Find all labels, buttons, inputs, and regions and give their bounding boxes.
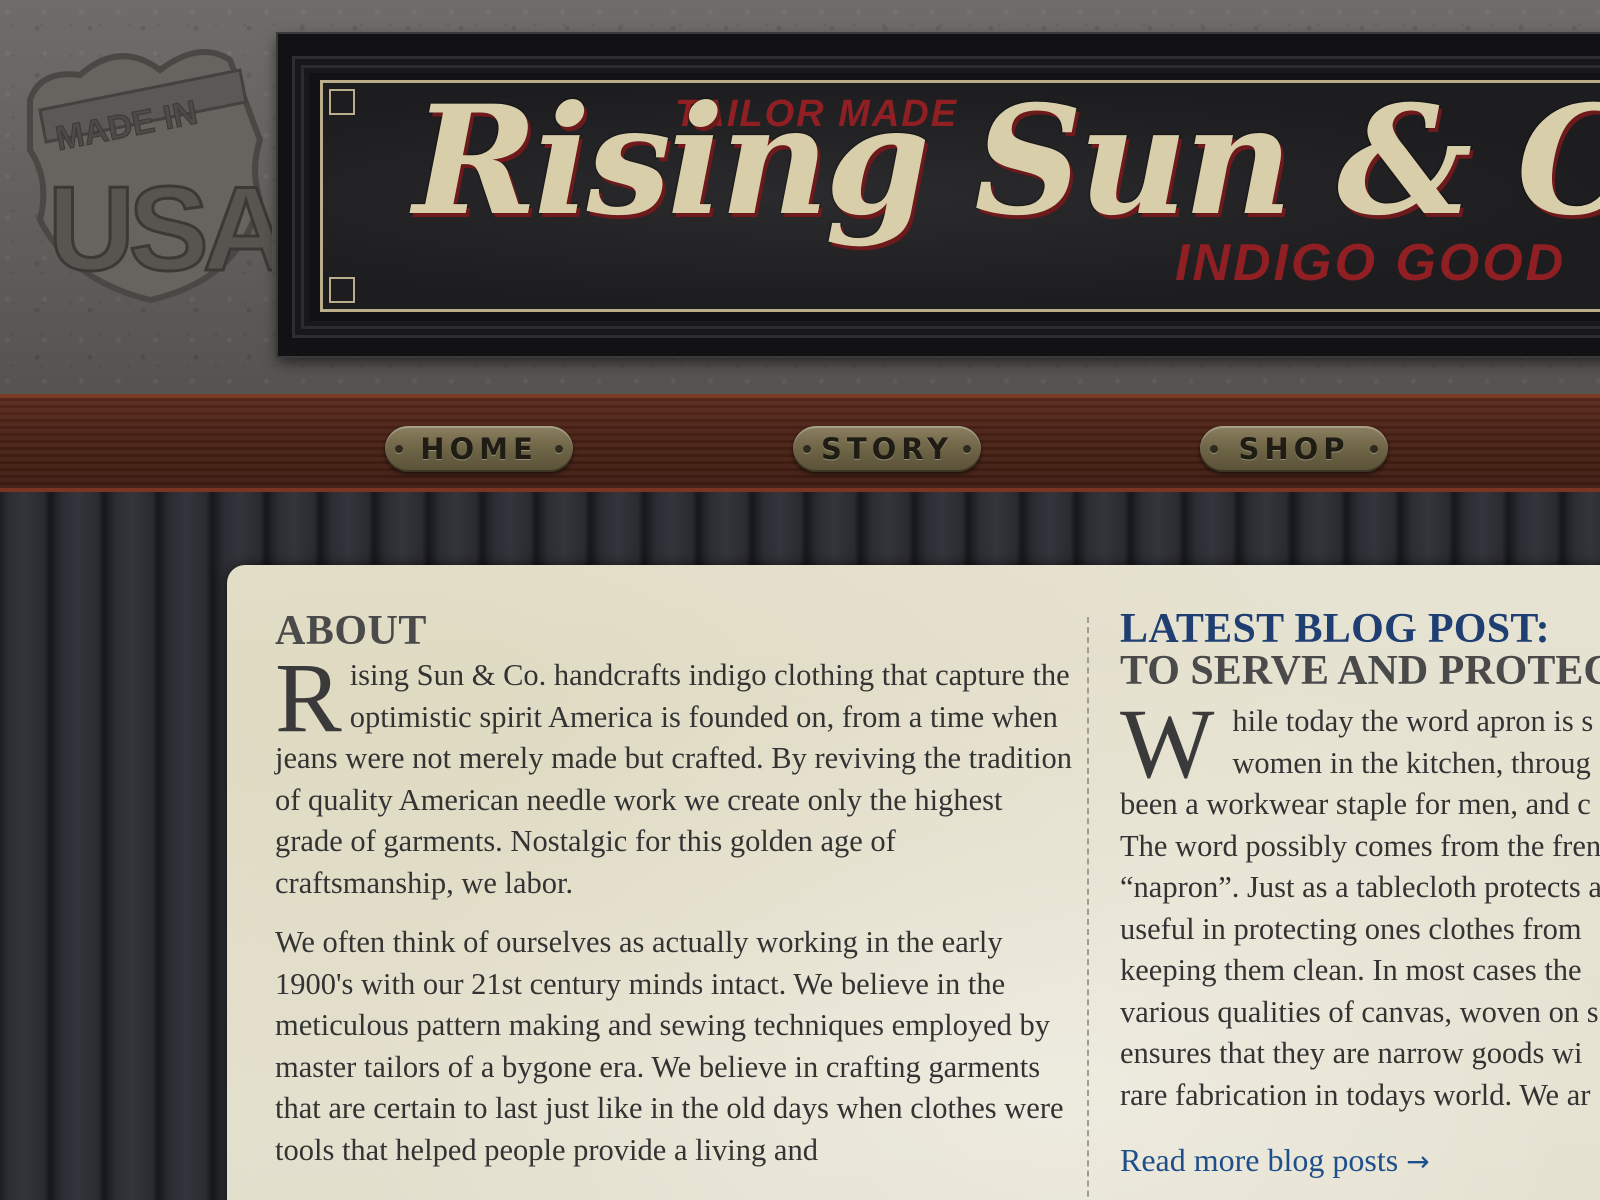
blog-line: rare fabrication in todays world. We ar [1120, 1077, 1591, 1112]
rivet-icon [555, 445, 563, 453]
blog-line: keeping them clean. In most cases the [1120, 953, 1582, 987]
nav-item-story[interactable]: STORY [793, 426, 981, 472]
about-paragraph-1-text: ising Sun & Co. handcrafts indigo clothi… [275, 658, 1072, 900]
page: MADE IN USA TAILOR MADE INDIGO GOOD Risi… [0, 0, 1600, 1200]
nav-item-home[interactable]: HOME [385, 426, 573, 472]
about-paragraph-2: We often think of ourselves as actually … [275, 925, 1064, 1167]
rivet-icon [1210, 445, 1218, 453]
nav-item-shop[interactable]: SHOP [1200, 426, 1388, 472]
main-nav: HOME STORY SHOP [0, 394, 1600, 492]
blog-excerpt: W hile today the word apron is s women i… [1120, 688, 1600, 1116]
blog-line: The word possibly comes from the fren [1120, 828, 1600, 863]
nav-item-label: HOME [420, 432, 538, 466]
blog-heading: LATEST BLOG POST: [1120, 606, 1550, 652]
nav-item-label: SHOP [1238, 432, 1350, 466]
sign-panel: TAILOR MADE INDIGO GOOD Rising Sun & C [320, 73, 1600, 312]
blog-post-title[interactable]: TO SERVE AND PROTEC [1120, 650, 1600, 692]
blog-section: LATEST BLOG POST: TO SERVE AND PROTEC W … [1120, 607, 1600, 1179]
blog-line: useful in protecting ones clothes from [1120, 911, 1582, 946]
column-divider [1087, 617, 1089, 1200]
blog-line: ensures that they are narrow goods wi [1120, 1036, 1583, 1070]
arrow-right-icon: → [1406, 1145, 1430, 1178]
made-in-usa-shield-icon: MADE IN USA [27, 49, 294, 304]
site-header: MADE IN USA TAILOR MADE INDIGO GOOD Risi… [0, 0, 1600, 400]
blog-line: been a workwear staple for men, and c [1120, 787, 1591, 821]
about-paragraph-1: Rising Sun & Co. handcrafts indigo cloth… [275, 642, 1075, 904]
content-card: ABOUT Rising Sun & Co. handcrafts indigo… [227, 565, 1600, 1200]
rivet-icon [1370, 445, 1378, 453]
read-more-link[interactable]: Read more blog posts → [1120, 1142, 1430, 1179]
brand-sign: TAILOR MADE INDIGO GOOD Rising Sun & C [278, 34, 1600, 356]
blog-line: “napron”. Just as a tablecloth protects … [1120, 870, 1600, 904]
about-heading: ABOUT [275, 608, 427, 654]
nav-item-label: STORY [820, 432, 954, 466]
rivet-icon [803, 445, 811, 453]
rivet-icon [963, 445, 971, 453]
badge-bottom-text: USA [48, 162, 272, 296]
read-more-label: Read more blog posts [1120, 1142, 1399, 1178]
about-section: ABOUT Rising Sun & Co. handcrafts indigo… [275, 607, 1075, 1171]
about-dropcap: R [275, 642, 342, 753]
rivet-icon [395, 445, 403, 453]
blog-line: various qualities of canvas, woven on s [1120, 994, 1599, 1029]
brand-logo-text[interactable]: Rising Sun & C [413, 73, 1600, 249]
made-in-usa-badge: MADE IN USA [10, 30, 294, 310]
blog-dropcap: W [1120, 688, 1215, 799]
